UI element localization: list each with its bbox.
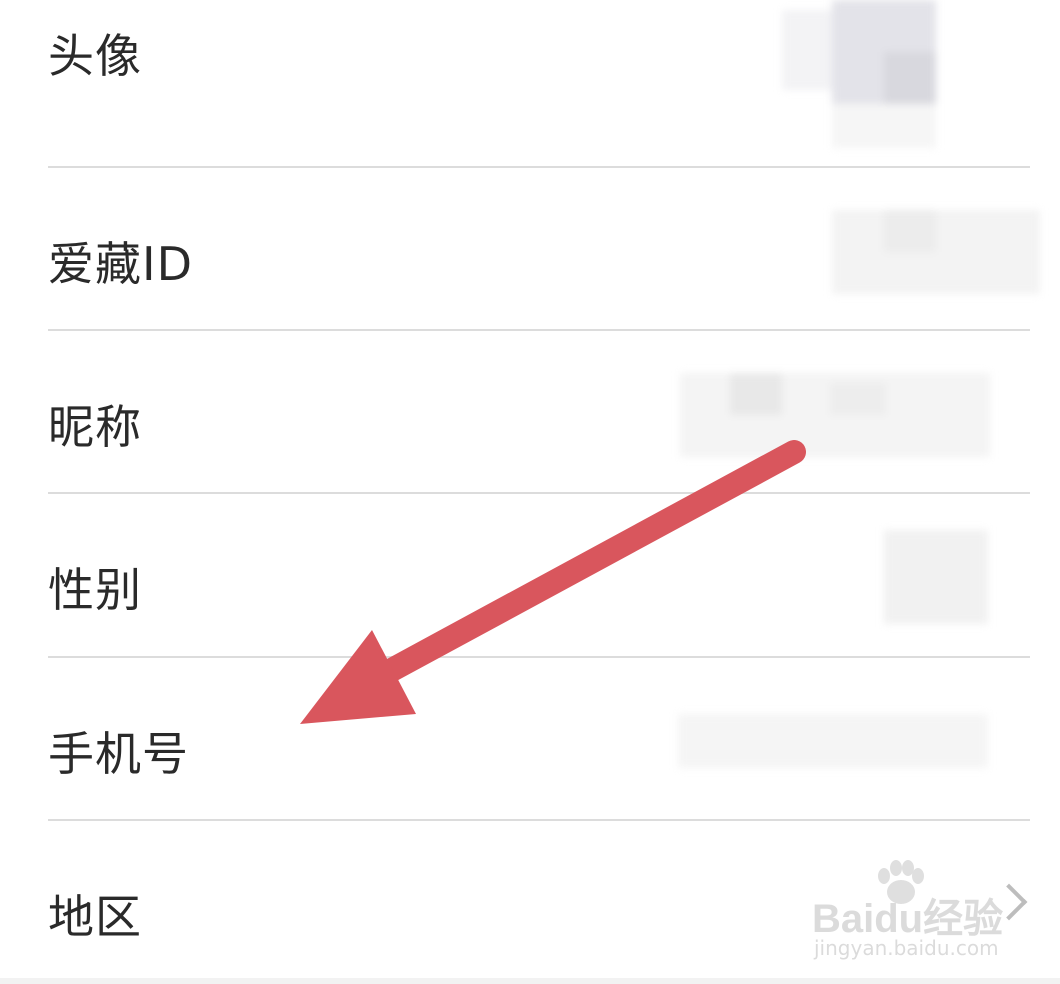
- red-arrow-icon: [300, 440, 806, 724]
- bottom-edge: [0, 978, 1060, 984]
